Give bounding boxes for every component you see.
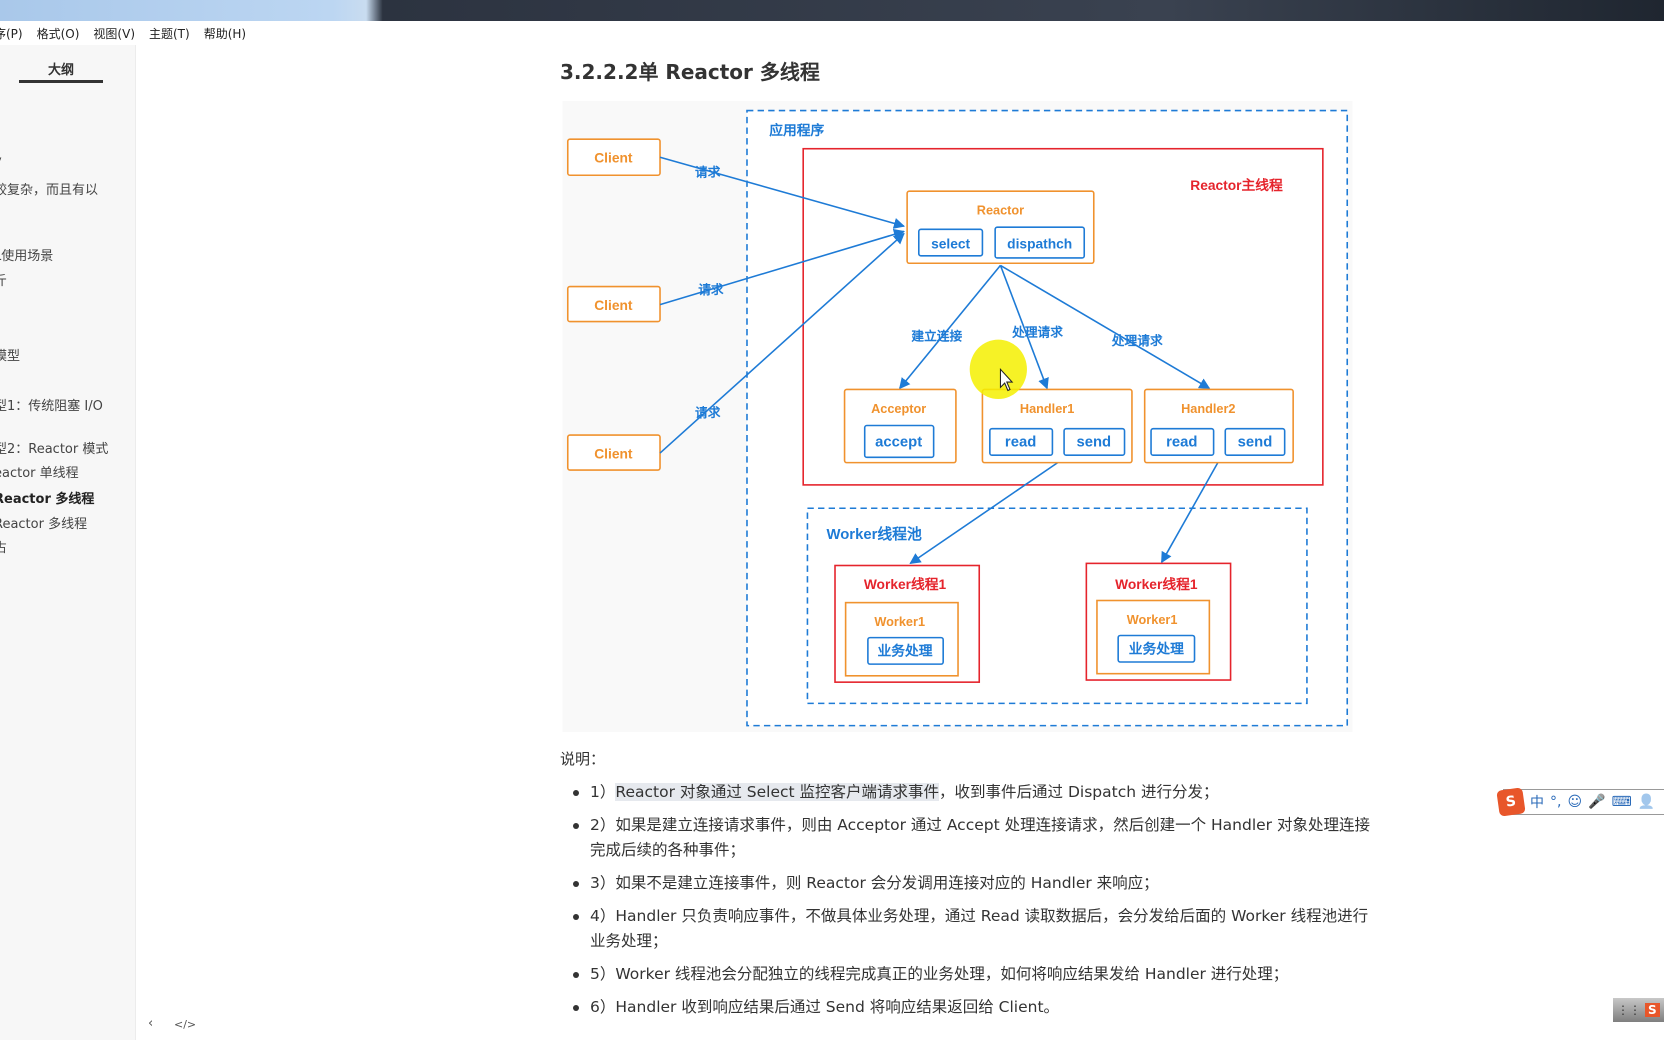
- svg-text:Client: Client: [594, 446, 633, 461]
- request-label-2: 请求: [698, 282, 724, 297]
- request-label-3: 请求: [695, 405, 721, 420]
- tray-grip-icon: ⋮⋮: [1617, 1003, 1641, 1017]
- svg-text:Reactor: Reactor: [977, 202, 1024, 217]
- handle-label-2: 处理请求: [1111, 333, 1163, 348]
- connect-label: 建立连接: [911, 329, 962, 344]
- client-3: Client: [566, 434, 661, 471]
- tray-sogou-icon[interactable]: S: [1645, 1003, 1660, 1017]
- chevron-left-icon[interactable]: ‹: [148, 1016, 153, 1031]
- ime-toolbar: S 中 °, ☺ 🎤 ⌨ 👤: [1496, 787, 1664, 817]
- outline-item[interactable]: 较复杂，而且有以: [0, 179, 98, 198]
- sogou-logo-icon[interactable]: S: [1496, 787, 1526, 817]
- list-item: 5）Worker 线程池会分配独立的线程完成真正的业务处理，如何将响应结果发给 …: [573, 962, 1373, 987]
- code-icon[interactable]: </>: [174, 1018, 196, 1031]
- svg-text:send: send: [1076, 435, 1111, 451]
- app-label: 应用程序: [769, 122, 824, 138]
- handle-label-1: 处理请求: [1011, 324, 1063, 339]
- tab-outline[interactable]: 大纲: [19, 59, 103, 78]
- system-tray: ⋮⋮ S ?: [1613, 998, 1664, 1022]
- item-number: 3）: [590, 874, 616, 892]
- handler2-box: Handler2 read send: [1143, 388, 1294, 464]
- svg-text:Acceptor: Acceptor: [871, 401, 926, 416]
- svg-text:业务处理: 业务处理: [1129, 641, 1184, 657]
- request-label-1: 请求: [695, 164, 721, 179]
- svg-text:accept: accept: [875, 435, 922, 451]
- svg-text:Worker1: Worker1: [874, 614, 925, 629]
- svg-text:select: select: [931, 236, 970, 251]
- svg-text:dispathch: dispathch: [1007, 236, 1072, 251]
- outline-item[interactable]: 斤: [0, 270, 7, 289]
- svg-text:Handler2: Handler2: [1181, 401, 1235, 416]
- reactor-box: Reactor select dispathch: [906, 190, 1095, 265]
- note-label: 说明：: [560, 750, 606, 768]
- svg-text:read: read: [1005, 435, 1036, 451]
- svg-text:Handler1: Handler1: [1020, 401, 1074, 416]
- item-text: Handler 收到响应结果后通过 Send 将响应结果返回给 Client。: [615, 998, 1060, 1016]
- ime-keyboard-icon[interactable]: ⌨: [1612, 794, 1632, 810]
- window-title-bar: [0, 0, 1664, 21]
- ime-punctuation-icon[interactable]: °,: [1550, 794, 1561, 810]
- outline-item[interactable]: Reactor 多线程: [0, 513, 87, 532]
- outline-item[interactable]: 型1：传统阻塞 I/O: [0, 395, 103, 414]
- outline-item[interactable]: eactor 单线程: [0, 462, 79, 481]
- outline-item[interactable]: Reactor 多线程: [0, 488, 94, 507]
- outline-item[interactable]: 型2：Reactor 模式: [0, 438, 108, 457]
- page-heading: 3.2.2.2单 Reactor 多线程: [560, 60, 820, 84]
- list-item: 3）如果不是建立连接事件，则 Reactor 会分发调用连接对应的 Handle…: [573, 871, 1373, 896]
- svg-text:read: read: [1166, 435, 1197, 451]
- svg-text:send: send: [1238, 435, 1273, 451]
- item-number: 1）: [590, 783, 616, 801]
- item-text: 如果是建立连接请求事件，则由 Acceptor 通过 Accept 处理连接请求…: [590, 816, 1370, 859]
- explanation-list: 1）Reactor 对象通过 Select 监控客户端请求事件，收到事件后通过 …: [573, 780, 1373, 1028]
- list-item: 4）Handler 只负责响应事件，不做具体业务处理，通过 Read 读取数据后…: [573, 904, 1373, 954]
- menu-format[interactable]: 格式(O): [37, 25, 80, 42]
- ime-emoji-icon[interactable]: ☺: [1567, 794, 1582, 810]
- worker-thread-1: Worker线程1 Worker1 业务处理: [834, 564, 981, 683]
- svg-text:Worker线程1: Worker线程1: [864, 576, 947, 592]
- list-item: 6）Handler 收到响应结果后通过 Send 将响应结果返回给 Client…: [573, 995, 1373, 1020]
- item-text: ，收到事件后通过 Dispatch 进行分发；: [939, 783, 1219, 801]
- menu-theme[interactable]: 主题(T): [149, 25, 190, 42]
- client-2: Client: [566, 285, 661, 323]
- outline-item[interactable]: 占: [0, 537, 7, 556]
- reactor-main-label: Reactor主线程: [1190, 177, 1283, 193]
- outline-item[interactable]: y: [0, 154, 2, 169]
- ime-voice-icon[interactable]: 🎤: [1588, 794, 1605, 810]
- item-number: 5）: [590, 965, 616, 983]
- worker-thread-2: Worker线程1 Worker1 业务处理: [1085, 562, 1232, 681]
- svg-text:Client: Client: [594, 298, 633, 313]
- svg-text:Worker1: Worker1: [1127, 612, 1178, 627]
- item-text: 如果不是建立连接事件，则 Reactor 会分发调用连接对应的 Handler …: [615, 874, 1159, 892]
- list-item: 2）如果是建立连接请求事件，则由 Acceptor 通过 Accept 处理连接…: [573, 813, 1373, 863]
- outline-item[interactable]: L使用场景: [0, 245, 53, 264]
- ime-user-icon[interactable]: 👤: [1638, 794, 1655, 810]
- svg-text:Worker线程1: Worker线程1: [1115, 576, 1198, 592]
- cursor-highlight: [969, 339, 1027, 400]
- menu-bar: 序(P) 格式(O) 视图(V) 主题(T) 帮助(H): [0, 21, 1664, 45]
- item-number: 4）: [590, 907, 616, 925]
- menu-help[interactable]: 帮助(H): [204, 25, 246, 42]
- reactor-diagram: 应用程序 Reactor主线程 Reactor select dispathch…: [562, 101, 1353, 732]
- ime-chinese-mode-icon[interactable]: 中: [1530, 792, 1544, 812]
- acceptor-box: Acceptor accept: [843, 388, 957, 464]
- svg-text:业务处理: 业务处理: [877, 643, 932, 659]
- item-text: Worker 线程池会分配独立的线程完成真正的业务处理，如何将响应结果发给 Ha…: [615, 965, 1289, 983]
- outline-item[interactable]: 模型: [0, 345, 20, 364]
- menu-paragraph[interactable]: 序(P): [0, 25, 23, 42]
- outline-sidebar: 大纲 y较复杂，而且有以,L使用场景斤模型型1：传统阻塞 I/O型2：React…: [0, 45, 136, 1040]
- tab-active-indicator: [19, 80, 103, 83]
- menu-view[interactable]: 视图(V): [93, 25, 135, 42]
- selected-text[interactable]: Reactor 对象通过 Select 监控客户端请求事件: [615, 783, 940, 801]
- svg-text:Client: Client: [594, 151, 633, 166]
- list-item: 1）Reactor 对象通过 Select 监控客户端请求事件，收到事件后通过 …: [573, 780, 1373, 805]
- item-text: Handler 只负责响应事件，不做具体业务处理，通过 Read 读取数据后，会…: [590, 907, 1369, 950]
- handler1-box: Handler1 read send: [981, 388, 1133, 464]
- client-1: Client: [566, 138, 661, 177]
- item-number: 6）: [590, 998, 616, 1016]
- item-number: 2）: [590, 816, 616, 834]
- worker-pool-label: Worker线程池: [827, 525, 922, 543]
